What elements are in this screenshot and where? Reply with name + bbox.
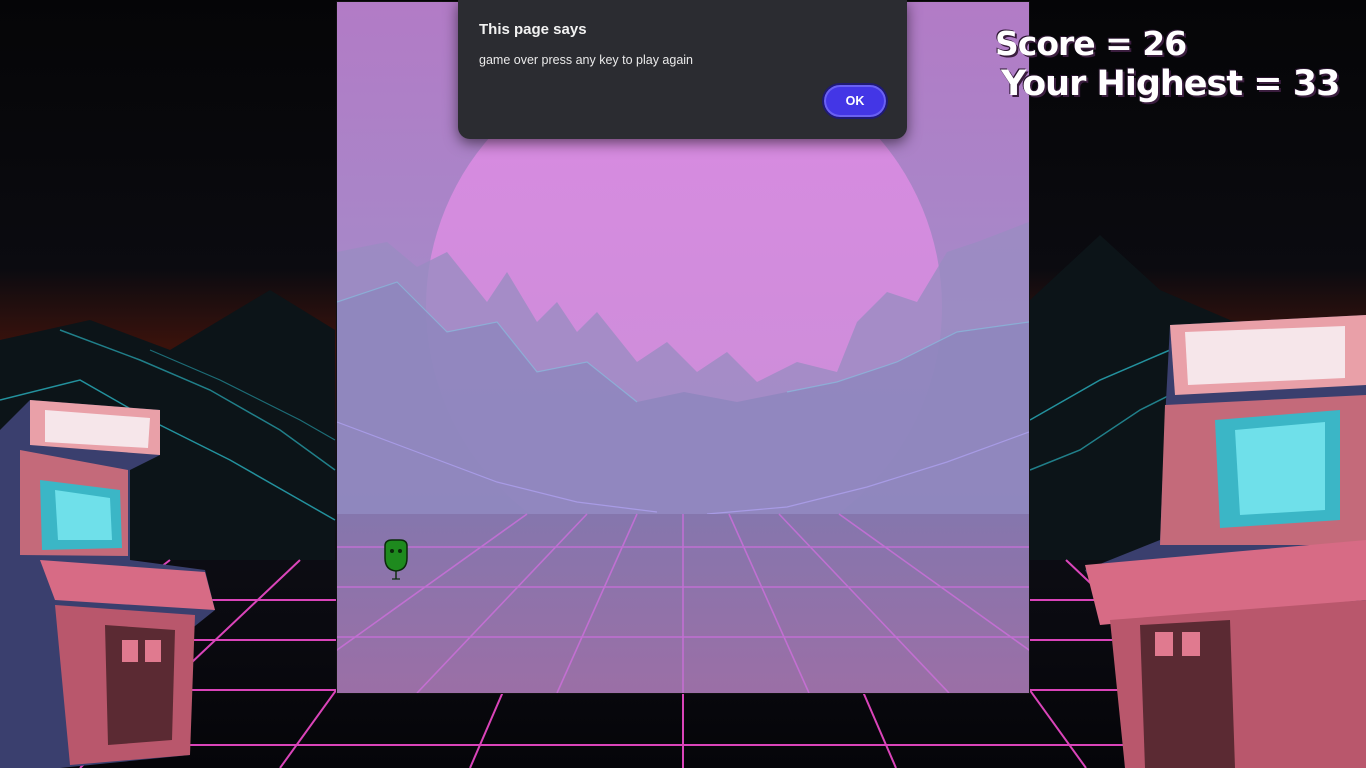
alert-dialog: This page says game over press any key t… — [458, 0, 907, 139]
score-display: Score = 26 — [995, 24, 1187, 63]
highest-score-display: Your Highest = 33 — [1001, 64, 1341, 104]
green-blob-icon — [384, 539, 408, 580]
ok-button[interactable]: OK — [822, 83, 888, 119]
player-character — [381, 538, 411, 580]
dialog-title: This page says — [479, 21, 587, 38]
dialog-message: game over press any key to play again — [479, 53, 694, 67]
